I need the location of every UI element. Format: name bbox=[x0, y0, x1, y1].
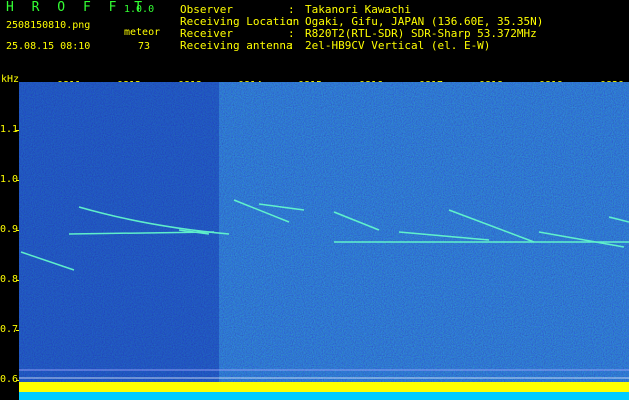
antenna-label: Receiving antenna bbox=[180, 39, 293, 52]
spectrogram-svg bbox=[19, 82, 629, 400]
meteor-label: meteor bbox=[124, 27, 161, 38]
app-version: 1.0.0 bbox=[124, 4, 155, 15]
meteor-count: 73 bbox=[138, 41, 151, 52]
y-axis-unit: kHz bbox=[1, 74, 20, 85]
antenna-colon: : bbox=[288, 39, 295, 52]
file-name: 2508150810.png bbox=[6, 20, 91, 31]
spectrogram bbox=[19, 82, 629, 400]
power-bar-base bbox=[19, 392, 629, 400]
antenna-value: 2el-HB9CV Vertical (el. E-W) bbox=[305, 39, 491, 52]
date-time: 25.08.15 08:10 bbox=[6, 41, 91, 52]
header-panel: H R O F F T 1.0.0 2508150810.png 25.08.1… bbox=[0, 0, 629, 72]
